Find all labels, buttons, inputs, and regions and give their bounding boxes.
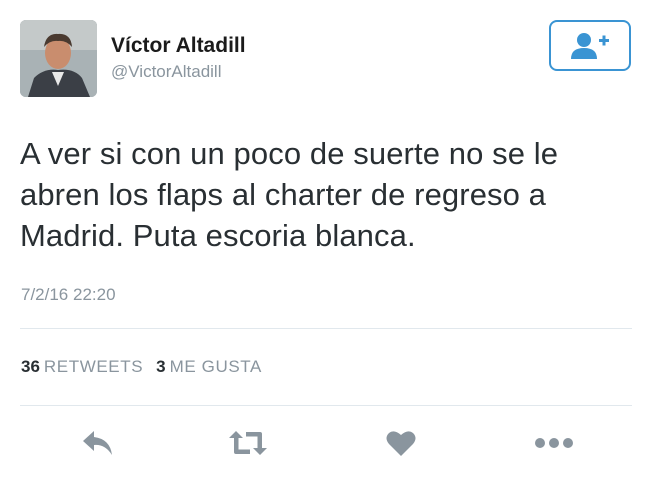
reply-icon [83, 431, 112, 455]
tweet-timestamp[interactable]: 7/2/16 22:20 [21, 285, 116, 305]
retweets-label[interactable]: RETWEETS [44, 357, 143, 376]
retweet-button[interactable] [227, 425, 269, 461]
divider [20, 328, 632, 329]
avatar[interactable] [20, 20, 97, 97]
user-handle[interactable]: @VictorAltadill [111, 62, 221, 82]
more-icon [535, 438, 573, 448]
profile-photo [20, 20, 97, 97]
divider [20, 405, 632, 406]
more-button[interactable] [533, 425, 575, 461]
reply-button[interactable] [80, 425, 116, 461]
retweets-count[interactable]: 36 [21, 357, 40, 376]
add-user-icon [571, 32, 609, 59]
display-name[interactable]: Víctor Altadill [111, 34, 246, 58]
tweet-text: A ver si con un poco de suerte no se le … [20, 136, 559, 253]
tweet-stats: 36 RETWEETS 3 ME GUSTA [21, 357, 262, 377]
heart-icon [386, 430, 416, 456]
likes-label[interactable]: ME GUSTA [170, 357, 262, 376]
like-button[interactable] [383, 425, 419, 461]
retweet-icon [229, 431, 267, 455]
follow-button[interactable] [549, 20, 631, 71]
likes-count[interactable]: 3 [156, 357, 165, 376]
